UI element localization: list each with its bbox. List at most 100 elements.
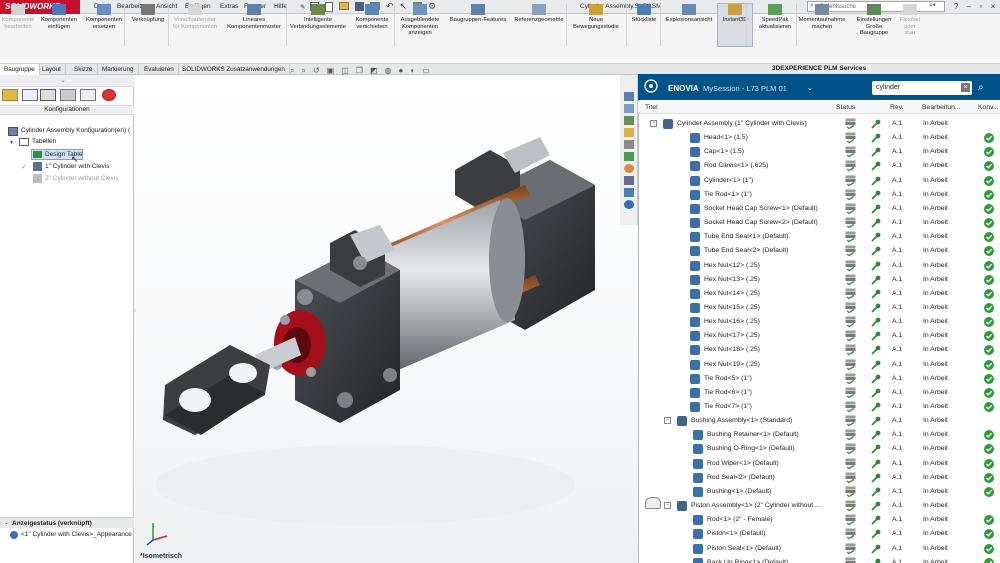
status-icon[interactable] bbox=[845, 175, 856, 186]
plm-table-row[interactable]: Bushing<1> (Default) A.1 In Arbeit bbox=[638, 485, 1000, 499]
search-dropdown-icon[interactable]: ⌕▾ bbox=[929, 2, 936, 10]
tab-baugruppe[interactable]: Baugruppe bbox=[0, 64, 40, 75]
plm-table-row[interactable]: Head<1> (1.5) A.1 In Arbeit bbox=[638, 131, 1000, 145]
help-icon[interactable]: ? bbox=[950, 1, 962, 13]
plm-table-row[interactable]: Hex Nut<13> (.25) A.1 In Arbeit bbox=[638, 273, 1000, 287]
status-icon[interactable] bbox=[845, 387, 856, 399]
wrench-icon[interactable] bbox=[871, 345, 881, 356]
panel-collapse-icon[interactable]: ⌄ bbox=[60, 76, 66, 84]
tab-skizze[interactable]: Skizze bbox=[70, 64, 98, 75]
plm-search-input[interactable]: cylinder bbox=[872, 81, 972, 95]
wrench-icon[interactable] bbox=[871, 261, 881, 271]
cylinder-assembly-model[interactable] bbox=[135, 75, 638, 563]
plm-table-row[interactable]: Rod Wiper<1> (Default) A.1 In Arbeit bbox=[638, 457, 1000, 471]
plm-search-icon[interactable]: ⌕ bbox=[978, 82, 984, 93]
plm-table-row[interactable]: Tie Rod<1> (1") A.1 In Arbeit bbox=[638, 188, 1000, 202]
plm-table-row[interactable]: Rod Clevis<1> (.625) A.1 In Arbeit bbox=[638, 159, 1000, 173]
plm-table-row[interactable]: Rod<1> (2" - Female) A.1 In Arbeit bbox=[638, 513, 1000, 527]
status-icon[interactable] bbox=[845, 217, 856, 229]
status-icon[interactable] bbox=[845, 118, 856, 130]
ribbon-explosionsansicht-button[interactable]: Explosionsansicht bbox=[662, 4, 716, 24]
feature-tree-tab-icon[interactable] bbox=[2, 89, 18, 101]
plm-table-row[interactable]: Socket Head Cap Screw<2> (Default) A.1 In … bbox=[638, 216, 1000, 230]
compare-icon[interactable] bbox=[624, 176, 634, 185]
wrench-icon[interactable] bbox=[871, 133, 881, 143]
plm-table-row[interactable]: Tube End Seal<2> (Default) A.1 In Arbeit bbox=[638, 244, 1000, 258]
status-icon[interactable] bbox=[845, 415, 856, 427]
collapse-toggle-icon[interactable]: − bbox=[664, 417, 671, 425]
wrench-icon[interactable] bbox=[871, 232, 881, 242]
ribbon-intelligente-verbindungselemente-button[interactable]: Intelligente Verbindungselemente bbox=[288, 4, 348, 30]
plm-table-row[interactable]: Tie Rod<6> (1") A.1 In Arbeit bbox=[638, 386, 1000, 400]
plm-table-row[interactable]: Tie Rod<7> (1") A.1 In Arbeit bbox=[638, 400, 1000, 414]
column-title[interactable]: Titel bbox=[645, 104, 658, 111]
plm-table-row[interactable]: − Piston Assembly<1> (2" Cylinder without… bbox=[638, 499, 1000, 513]
status-icon[interactable] bbox=[845, 132, 856, 144]
ribbon-verknüpfung-button[interactable]: Verknüpfung bbox=[128, 4, 168, 24]
wrench-icon[interactable] bbox=[871, 147, 881, 157]
status-icon[interactable] bbox=[845, 514, 856, 526]
tab-layout[interactable]: Layout bbox=[38, 64, 66, 75]
ribbon-stückliste-button[interactable]: Stückliste bbox=[628, 4, 660, 24]
tree-root-configurations[interactable]: Cylinder Assembly Konfiguration(en) ( bbox=[21, 127, 130, 134]
plm-table-row[interactable]: Hex Nut<14> (.25) A.1 In Arbeit bbox=[638, 287, 1000, 301]
plm-table-row[interactable]: Tie Rod<5> (1") A.1 In Arbeit bbox=[638, 372, 1000, 386]
ribbon-flexibel-oder-starr-button[interactable]: Flexibel oder starr bbox=[898, 4, 922, 37]
wrench-icon[interactable] bbox=[871, 161, 881, 172]
lock-icon[interactable] bbox=[624, 140, 634, 149]
plm-table-row[interactable]: Hex Nut<19> (.25) A.1 In Arbeit bbox=[638, 358, 1000, 372]
tab-solidworks-zusatzanwendungen[interactable]: SOLIDWORKS Zusatzanwendungen bbox=[178, 64, 290, 75]
status-icon[interactable] bbox=[845, 557, 856, 563]
compass-icon[interactable] bbox=[644, 79, 658, 93]
clear-search-icon[interactable]: × bbox=[961, 83, 970, 92]
wrench-icon[interactable] bbox=[871, 430, 881, 440]
plm-table-row[interactable]: Socket Head Cap Screw<1> (Default) A.1 In … bbox=[638, 202, 1000, 216]
wrench-icon[interactable] bbox=[871, 331, 881, 341]
property-manager-tab-icon[interactable] bbox=[22, 89, 38, 101]
tab-evaluieren[interactable]: Evaluieren bbox=[140, 64, 179, 75]
wrench-icon[interactable] bbox=[871, 487, 881, 497]
status-icon[interactable] bbox=[845, 401, 856, 413]
plm-table-row[interactable]: Cylinder<1> (1") A.1 In Arbeit bbox=[638, 174, 1000, 188]
status-icon[interactable] bbox=[845, 146, 856, 158]
wrench-icon[interactable] bbox=[871, 374, 881, 384]
panel-splitter-handle[interactable]: ‹ bbox=[134, 308, 138, 320]
status-icon[interactable] bbox=[845, 373, 856, 385]
wrench-icon[interactable] bbox=[871, 544, 881, 554]
refresh-icon[interactable] bbox=[624, 152, 634, 161]
status-icon[interactable] bbox=[845, 500, 856, 512]
status-icon[interactable] bbox=[845, 330, 856, 342]
wrench-icon[interactable] bbox=[871, 119, 881, 129]
ribbon-baugruppen-features-button[interactable]: Baugruppen-Features bbox=[447, 4, 509, 24]
plm-table-row[interactable]: Rod Seal<2> (Default) A.1 In Arbeit bbox=[638, 471, 1000, 485]
configuration-manager-tab-icon[interactable] bbox=[40, 89, 56, 101]
settings-plm-icon[interactable] bbox=[624, 200, 634, 209]
status-icon[interactable] bbox=[845, 189, 856, 201]
collapse-toggle-icon[interactable]: − bbox=[650, 120, 657, 127]
appearance-tab-icon[interactable] bbox=[102, 89, 116, 101]
column-conversion[interactable]: Konv... bbox=[978, 104, 999, 111]
save-plm-icon[interactable] bbox=[624, 116, 634, 125]
session-selector[interactable]: MySession - L73 PLM 01 bbox=[703, 84, 787, 93]
plm-table-row[interactable]: − Bushing Assembly<1> (Standard) A.1 In Arb… bbox=[638, 414, 1000, 428]
status-icon[interactable] bbox=[845, 359, 856, 370]
home-plm-icon[interactable] bbox=[624, 104, 634, 113]
status-icon[interactable] bbox=[845, 302, 856, 314]
close-icon[interactable]: × bbox=[987, 1, 999, 13]
plm-table-row[interactable]: Bushing Retainer<1> (Default) A.1 In Arbei… bbox=[638, 428, 1000, 442]
display-state-item[interactable]: <1" Cylinder with Clevis>_Appearance bbox=[21, 531, 132, 538]
plm-table-row[interactable]: Hex Nut<17> (.25) A.1 In Arbeit bbox=[638, 329, 1000, 343]
plm-table-row[interactable]: Hex Nut<16> (.25) A.1 In Arbeit bbox=[638, 315, 1000, 329]
status-icon[interactable] bbox=[845, 274, 856, 285]
restore-icon[interactable]: ▫ bbox=[975, 1, 987, 13]
wrench-icon[interactable] bbox=[871, 204, 881, 214]
wrench-icon[interactable] bbox=[871, 558, 881, 563]
wrench-icon[interactable] bbox=[871, 473, 881, 483]
status-icon[interactable] bbox=[845, 528, 856, 540]
minimize-icon[interactable]: – bbox=[963, 1, 975, 13]
tree-view-icon[interactable] bbox=[624, 92, 634, 101]
session-dropdown-icon[interactable]: ⌄ bbox=[807, 84, 813, 92]
wrench-icon[interactable] bbox=[871, 218, 881, 228]
wrench-icon[interactable] bbox=[871, 416, 881, 426]
wrench-icon[interactable] bbox=[871, 360, 881, 370]
